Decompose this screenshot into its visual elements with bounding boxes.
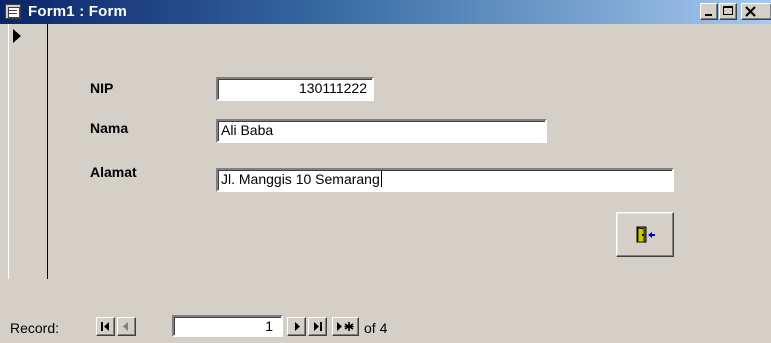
nama-field[interactable]: Ali Baba [216, 119, 547, 143]
form-window: Form1 : Form NIP 130111222 Nama Ali Baba… [0, 0, 771, 343]
alamat-label: Alamat [90, 164, 137, 180]
record-total: of 4 [364, 320, 388, 336]
record-navigation-bar: Record: 1 of 4 [0, 279, 771, 343]
last-record-button[interactable] [308, 317, 327, 336]
current-record-field[interactable]: 1 [172, 315, 283, 337]
current-record-number: 1 [265, 318, 273, 334]
minimize-icon [705, 14, 712, 16]
maximize-icon [723, 6, 733, 15]
alamat-field[interactable]: Jl. Manggis 10 Semarang [216, 168, 674, 192]
window-title: Form1 : Form [28, 3, 128, 20]
next-record-button[interactable] [287, 317, 306, 336]
nama-label: Nama [90, 120, 129, 136]
maximize-button[interactable] [719, 3, 737, 20]
title-bar[interactable]: Form1 : Form [0, 0, 771, 24]
record-selector-cell[interactable] [9, 26, 47, 50]
close-icon [745, 6, 756, 17]
alamat-value: Jl. Manggis 10 Semarang [221, 171, 380, 187]
last-record-icon [314, 322, 322, 331]
previous-record-icon [123, 322, 128, 331]
close-button[interactable] [741, 3, 771, 20]
previous-record-button[interactable] [117, 317, 136, 336]
record-selector[interactable] [8, 24, 48, 279]
nama-value: Ali Baba [221, 122, 274, 138]
nip-value: 130111222 [299, 80, 367, 96]
first-record-button[interactable] [96, 317, 115, 336]
record-label: Record: [10, 320, 60, 336]
current-record-arrow-icon [13, 29, 21, 43]
exit-door-icon [636, 226, 655, 243]
form-view-icon[interactable] [5, 4, 21, 19]
form-detail-section: NIP 130111222 Nama Ali Baba Alamat Jl. M… [0, 24, 771, 301]
exit-button[interactable] [616, 212, 674, 257]
new-record-button[interactable] [332, 317, 359, 336]
nip-label: NIP [90, 80, 114, 96]
minimize-button[interactable] [700, 3, 718, 20]
text-caret [380, 171, 382, 187]
nip-field[interactable]: 130111222 [216, 77, 374, 101]
first-record-icon [101, 322, 109, 331]
new-record-icon [337, 322, 354, 331]
next-record-icon [295, 322, 300, 331]
